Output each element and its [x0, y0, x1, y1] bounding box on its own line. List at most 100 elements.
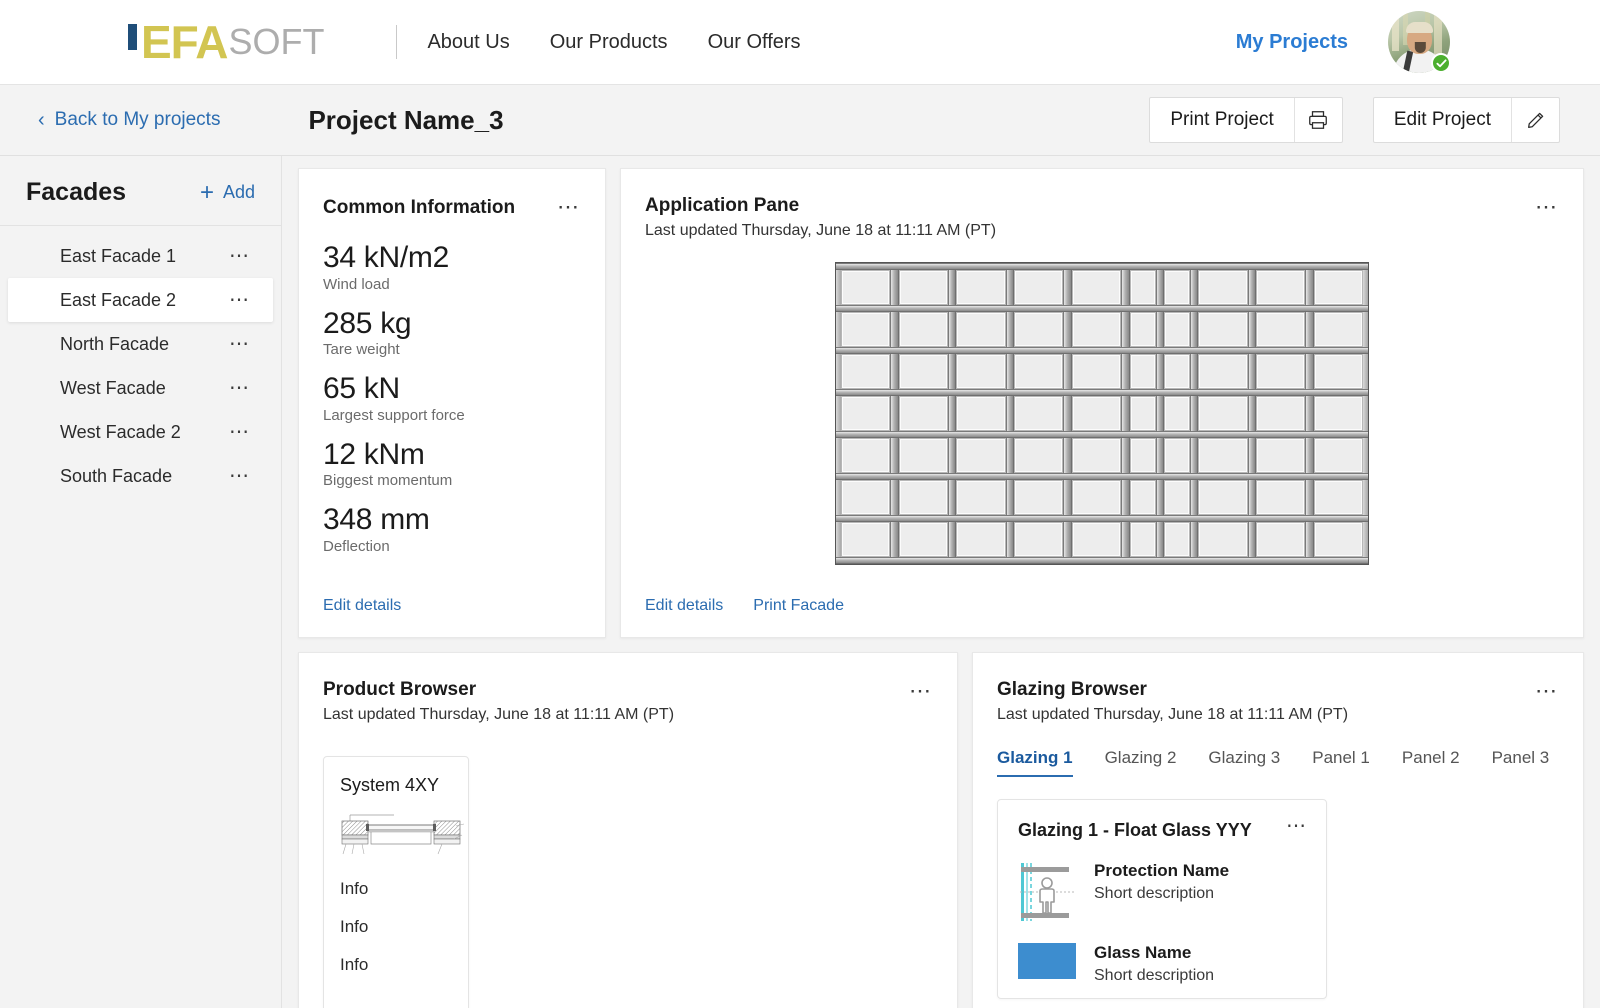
- edit-project-button[interactable]: Edit Project: [1372, 97, 1560, 143]
- avatar[interactable]: [1388, 11, 1451, 73]
- sidebar-item-north-facade[interactable]: North Facade ⋯: [8, 322, 273, 366]
- ellipsis-icon[interactable]: ⋯: [229, 466, 251, 486]
- facade-glass-panel[interactable]: [840, 396, 890, 431]
- facade-glass-panel[interactable]: [1014, 270, 1064, 305]
- facade-glass-panel[interactable]: [1129, 396, 1156, 431]
- facade-glass-panel[interactable]: [1198, 312, 1248, 347]
- nav-item-our-offers[interactable]: Our Offers: [708, 31, 801, 54]
- facade-glass-panel[interactable]: [956, 438, 1006, 473]
- facade-glass-panel[interactable]: [1198, 480, 1248, 515]
- facade-glass-panel[interactable]: [1314, 480, 1364, 515]
- facade-glass-panel[interactable]: [1014, 438, 1064, 473]
- facade-glass-panel[interactable]: [1014, 354, 1064, 389]
- ellipsis-icon[interactable]: ⋯: [1535, 680, 1559, 702]
- facade-glass-panel[interactable]: [1129, 438, 1156, 473]
- facade-glass-panel[interactable]: [1256, 480, 1306, 515]
- facade-glass-panel[interactable]: [1314, 522, 1364, 557]
- facade-glass-panel[interactable]: [1014, 312, 1064, 347]
- facade-glass-panel[interactable]: [1256, 438, 1306, 473]
- facade-glass-panel[interactable]: [1256, 270, 1306, 305]
- facade-glass-panel[interactable]: [1164, 480, 1190, 515]
- facade-glass-panel[interactable]: [898, 270, 948, 305]
- facade-glass-panel[interactable]: [1014, 522, 1064, 557]
- facade-glass-panel[interactable]: [1129, 480, 1156, 515]
- facade-glass-panel[interactable]: [1256, 312, 1306, 347]
- ellipsis-icon[interactable]: ⋯: [557, 196, 581, 218]
- ellipsis-icon[interactable]: ⋯: [909, 680, 933, 702]
- facade-glass-panel[interactable]: [1256, 354, 1306, 389]
- ellipsis-icon[interactable]: ⋯: [229, 290, 251, 310]
- ellipsis-icon[interactable]: ⋯: [229, 246, 251, 266]
- pencil-icon[interactable]: [1511, 98, 1559, 142]
- ellipsis-icon[interactable]: ⋯: [1535, 196, 1559, 218]
- back-to-my-projects-link[interactable]: ‹ Back to My projects: [38, 109, 220, 131]
- edit-details-link[interactable]: Edit details: [323, 597, 401, 615]
- facade-glass-panel[interactable]: [840, 480, 890, 515]
- facade-glass-panel[interactable]: [840, 354, 890, 389]
- facade-glass-panel[interactable]: [1014, 480, 1064, 515]
- facade-glass-panel[interactable]: [1072, 480, 1122, 515]
- product-card-system-4xy[interactable]: System 4XY Info Info Info: [323, 756, 469, 1008]
- facade-glass-panel[interactable]: [1314, 438, 1364, 473]
- sidebar-item-west-facade-2[interactable]: West Facade 2 ⋯: [8, 410, 273, 454]
- facade-glass-panel[interactable]: [1198, 270, 1248, 305]
- facade-glass-panel[interactable]: [1072, 396, 1122, 431]
- tab-glazing-2[interactable]: Glazing 2: [1105, 748, 1177, 777]
- sidebar-item-east-facade-2[interactable]: East Facade 2 ⋯: [8, 278, 273, 322]
- facade-glass-panel[interactable]: [840, 270, 890, 305]
- tab-glazing-3[interactable]: Glazing 3: [1208, 748, 1280, 777]
- ellipsis-icon[interactable]: ⋯: [229, 334, 251, 354]
- facade-glass-panel[interactable]: [1072, 270, 1122, 305]
- facade-glass-panel[interactable]: [1256, 396, 1306, 431]
- facade-glass-panel[interactable]: [1072, 312, 1122, 347]
- facade-glass-panel[interactable]: [1129, 270, 1156, 305]
- facade-glass-panel[interactable]: [898, 522, 948, 557]
- facade-glass-panel[interactable]: [840, 438, 890, 473]
- facade-glass-panel[interactable]: [1314, 354, 1364, 389]
- facade-glass-panel[interactable]: [898, 312, 948, 347]
- facade-glass-panel[interactable]: [1198, 396, 1248, 431]
- facade-glass-panel[interactable]: [956, 312, 1006, 347]
- printer-icon[interactable]: [1293, 98, 1342, 142]
- facade-glass-panel[interactable]: [1164, 312, 1190, 347]
- ellipsis-icon[interactable]: ⋯: [229, 378, 251, 398]
- facade-glass-panel[interactable]: [1164, 396, 1190, 431]
- facade-glass-panel[interactable]: [1198, 438, 1248, 473]
- facade-glass-panel[interactable]: [898, 354, 948, 389]
- facade-glass-panel[interactable]: [1164, 270, 1190, 305]
- add-facade-button[interactable]: + Add: [200, 180, 255, 205]
- facade-glass-panel[interactable]: [1256, 522, 1306, 557]
- sidebar-item-south-facade[interactable]: South Facade ⋯: [8, 454, 273, 498]
- facade-glass-panel[interactable]: [1198, 354, 1248, 389]
- facade-glass-panel[interactable]: [956, 396, 1006, 431]
- edit-details-link[interactable]: Edit details: [645, 597, 723, 615]
- facade-glass-panel[interactable]: [898, 480, 948, 515]
- tab-glazing-1[interactable]: Glazing 1: [997, 748, 1073, 777]
- facade-glass-panel[interactable]: [1072, 438, 1122, 473]
- facade-glass-panel[interactable]: [1164, 354, 1190, 389]
- ellipsis-icon[interactable]: ⋯: [1286, 816, 1308, 836]
- ellipsis-icon[interactable]: ⋯: [229, 422, 251, 442]
- print-facade-link[interactable]: Print Facade: [753, 597, 844, 615]
- facade-glass-panel[interactable]: [1014, 396, 1064, 431]
- facade-glass-panel[interactable]: [898, 438, 948, 473]
- facade-glass-panel[interactable]: [1198, 522, 1248, 557]
- facade-glass-panel[interactable]: [1314, 270, 1364, 305]
- tab-panel-3[interactable]: Panel 3: [1492, 748, 1550, 777]
- facade-glass-panel[interactable]: [1129, 354, 1156, 389]
- facade-glass-panel[interactable]: [1072, 522, 1122, 557]
- facade-glass-panel[interactable]: [1129, 312, 1156, 347]
- tab-panel-1[interactable]: Panel 1: [1312, 748, 1370, 777]
- nav-item-our-products[interactable]: Our Products: [550, 31, 668, 54]
- facade-glass-panel[interactable]: [1072, 354, 1122, 389]
- app-logo[interactable]: EFA SOFT: [128, 14, 324, 70]
- facade-glass-panel[interactable]: [1164, 438, 1190, 473]
- facade-glass-panel[interactable]: [956, 354, 1006, 389]
- sidebar-item-east-facade-1[interactable]: East Facade 1 ⋯: [8, 234, 273, 278]
- my-projects-link[interactable]: My Projects: [1236, 31, 1348, 54]
- print-project-button[interactable]: Print Project: [1149, 97, 1343, 143]
- sidebar-item-west-facade[interactable]: West Facade ⋯: [8, 366, 273, 410]
- facade-glass-panel[interactable]: [1129, 522, 1156, 557]
- facade-glass-panel[interactable]: [956, 522, 1006, 557]
- facade-glass-panel[interactable]: [956, 480, 1006, 515]
